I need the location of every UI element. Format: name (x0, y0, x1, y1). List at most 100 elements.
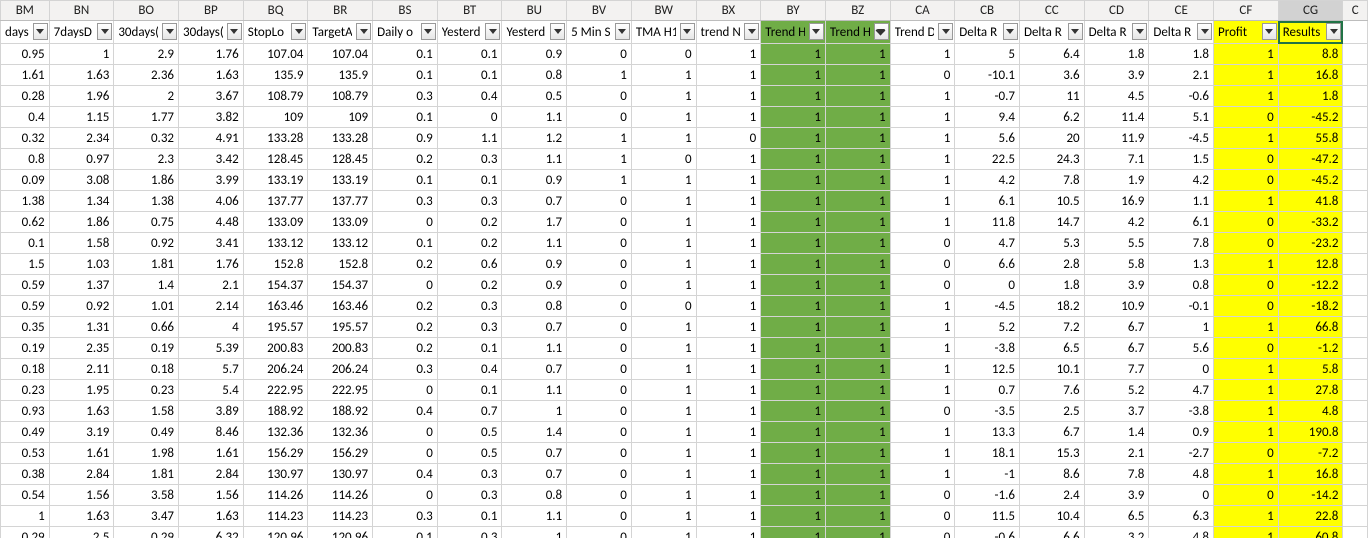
header-cell-BS[interactable]: Daily o (373, 21, 438, 44)
cell[interactable]: 188.92 (243, 401, 308, 422)
cell[interactable]: 0.4 (437, 86, 502, 107)
cell[interactable]: 1 (825, 191, 890, 212)
cell[interactable]: 3.47 (114, 506, 179, 527)
cell[interactable]: 133.09 (308, 212, 373, 233)
cell[interactable]: -0.6 (955, 527, 1020, 538)
cell[interactable]: 0 (1214, 296, 1279, 317)
cell[interactable]: 5.2 (955, 317, 1020, 338)
cell[interactable]: 130.97 (308, 464, 373, 485)
column-header-BV[interactable]: BV (567, 1, 632, 21)
cell[interactable]: 1.1 (502, 380, 567, 401)
cell[interactable]: 156.29 (243, 443, 308, 464)
cell[interactable]: 132.36 (308, 422, 373, 443)
cell[interactable]: 0 (631, 296, 696, 317)
cell[interactable]: 0.1 (373, 65, 438, 86)
cell[interactable]: 1.1 (437, 128, 502, 149)
cell[interactable]: 1 (825, 527, 890, 538)
cell[interactable]: 1 (890, 128, 955, 149)
cell[interactable]: 1 (761, 296, 826, 317)
cell[interactable]: 1.58 (114, 401, 179, 422)
cell[interactable]: 5.5 (1084, 233, 1149, 254)
cell[interactable] (1343, 128, 1368, 149)
cell[interactable]: 1 (567, 65, 632, 86)
cell[interactable]: 1 (1149, 317, 1214, 338)
cell[interactable] (1343, 233, 1368, 254)
cell[interactable]: 3.9 (1084, 275, 1149, 296)
cell[interactable]: 5.8 (1084, 254, 1149, 275)
header-cell-BY[interactable]: Trend H (761, 21, 826, 44)
cell[interactable]: 1 (761, 44, 826, 65)
cell[interactable]: 6.5 (1019, 338, 1084, 359)
cell[interactable]: 120.96 (308, 527, 373, 538)
cell[interactable]: 7.7 (1084, 359, 1149, 380)
header-cell-CC[interactable]: Delta R (1019, 21, 1084, 44)
filter-dropdown-icon[interactable] (421, 23, 436, 40)
cell[interactable]: -47.2 (1278, 149, 1343, 170)
cell[interactable]: 1 (825, 107, 890, 128)
cell[interactable]: 0.59 (1, 275, 50, 296)
cell[interactable]: -14.2 (1278, 485, 1343, 506)
cell[interactable]: 206.24 (308, 359, 373, 380)
cell[interactable]: 3.82 (179, 107, 244, 128)
cell[interactable]: 0.29 (1, 527, 50, 538)
filter-dropdown-icon[interactable] (1003, 23, 1018, 40)
cell[interactable]: 195.57 (243, 317, 308, 338)
cell[interactable]: 1.86 (114, 170, 179, 191)
cell[interactable]: 0.2 (437, 233, 502, 254)
cell[interactable]: 1 (631, 212, 696, 233)
cell[interactable]: 3.19 (49, 422, 114, 443)
cell[interactable]: 1.38 (1, 191, 50, 212)
cell[interactable]: 1 (761, 359, 826, 380)
cell[interactable]: 16.9 (1084, 191, 1149, 212)
cell[interactable] (1343, 275, 1368, 296)
cell[interactable]: 13.3 (955, 422, 1020, 443)
cell[interactable] (1343, 506, 1368, 527)
cell[interactable]: 0 (890, 485, 955, 506)
cell[interactable]: 1 (49, 44, 114, 65)
cell[interactable]: 135.9 (243, 65, 308, 86)
cell[interactable]: 0 (567, 422, 632, 443)
cell[interactable]: 8.8 (1278, 44, 1343, 65)
cell[interactable]: 1 (1214, 380, 1279, 401)
cell[interactable]: 0.1 (373, 527, 438, 538)
cell[interactable]: 133.19 (308, 170, 373, 191)
cell[interactable]: 1 (567, 170, 632, 191)
data-grid[interactable]: BMBNBOBPBQBRBSBTBUBVBWBXBYBZCACBCCCDCECF… (0, 0, 1368, 538)
column-header-CG[interactable]: CG (1278, 1, 1343, 21)
cell[interactable]: 1 (825, 464, 890, 485)
cell[interactable]: 0.5 (502, 86, 567, 107)
cell[interactable]: 1 (761, 128, 826, 149)
cell[interactable]: 1 (696, 254, 761, 275)
cell[interactable]: 1 (696, 107, 761, 128)
cell[interactable]: 0 (890, 275, 955, 296)
cell[interactable]: 1 (631, 506, 696, 527)
cell[interactable]: 1 (696, 44, 761, 65)
cell[interactable]: 1 (631, 275, 696, 296)
cell[interactable]: 1 (631, 317, 696, 338)
cell[interactable]: 0.3 (437, 527, 502, 538)
cell[interactable]: 0.8 (502, 65, 567, 86)
filter-dropdown-icon[interactable] (550, 23, 565, 40)
cell[interactable]: 0 (373, 275, 438, 296)
cell[interactable]: 6.1 (955, 191, 1020, 212)
cell[interactable]: 1 (761, 233, 826, 254)
cell[interactable]: 20 (1019, 128, 1084, 149)
cell[interactable]: 0.32 (1, 128, 50, 149)
cell[interactable]: 1 (1214, 464, 1279, 485)
cell[interactable]: 5.3 (1019, 233, 1084, 254)
cell[interactable]: 1.7 (502, 212, 567, 233)
cell[interactable]: 0.38 (1, 464, 50, 485)
cell[interactable]: 1 (696, 65, 761, 86)
cell[interactable]: 1.4 (502, 422, 567, 443)
cell[interactable]: 1 (761, 107, 826, 128)
cell[interactable]: 5.8 (1278, 359, 1343, 380)
cell[interactable] (1343, 464, 1368, 485)
cell[interactable]: 4.06 (179, 191, 244, 212)
column-header-BQ[interactable]: BQ (243, 1, 308, 21)
cell[interactable]: 1 (1214, 317, 1279, 338)
cell[interactable]: 2.14 (179, 296, 244, 317)
cell[interactable]: 163.46 (243, 296, 308, 317)
cell[interactable]: 1 (631, 233, 696, 254)
cell[interactable]: 0.7 (502, 191, 567, 212)
cell[interactable]: 7.2 (1019, 317, 1084, 338)
